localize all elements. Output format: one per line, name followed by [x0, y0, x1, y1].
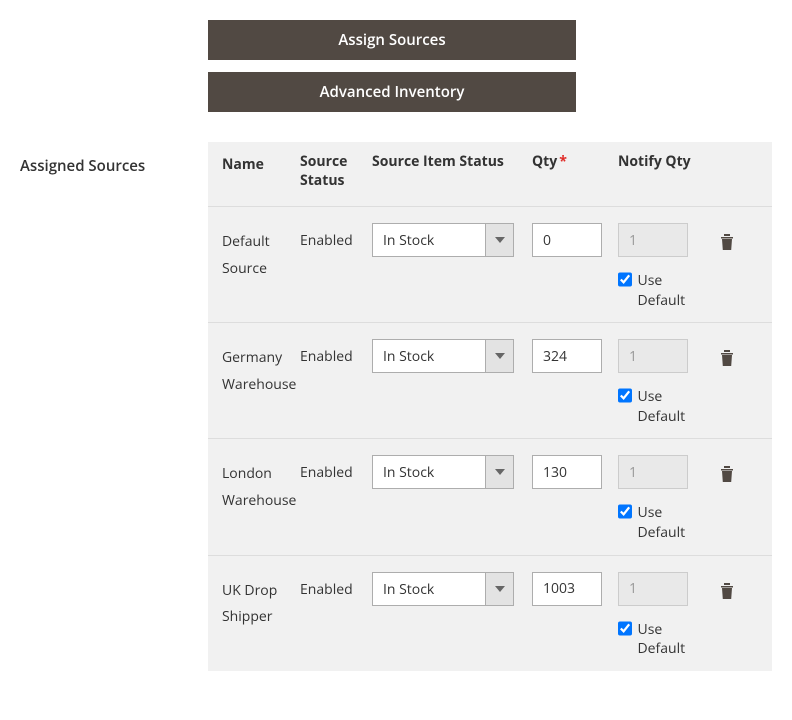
notify-qty-input: [618, 223, 688, 257]
chevron-down-icon[interactable]: [485, 456, 513, 488]
source-item-status-select[interactable]: In Stock: [372, 339, 514, 373]
required-star-icon: *: [559, 152, 567, 171]
use-default-label: Use Default: [638, 387, 706, 426]
qty-input[interactable]: [532, 223, 602, 257]
use-default-label: Use Default: [638, 503, 706, 542]
trash-icon: [719, 471, 735, 486]
notify-qty-input: [618, 339, 688, 373]
use-default-checkbox[interactable]: [618, 388, 632, 403]
header-name: Name: [208, 152, 300, 190]
trash-icon: [719, 355, 735, 370]
notify-qty-input: [618, 572, 688, 606]
table-row: Default Source Enabled In Stock Use Defa…: [208, 206, 772, 322]
source-status: Enabled: [300, 572, 372, 599]
assigned-sources-grid: Name Source Status Source Item Status Qt…: [208, 142, 772, 671]
delete-row-button[interactable]: [715, 461, 739, 490]
header-qty-text: Qty: [532, 152, 557, 171]
source-item-status-value: In Stock: [373, 340, 485, 372]
trash-icon: [719, 588, 735, 603]
use-default-checkbox[interactable]: [618, 504, 632, 519]
chevron-down-icon[interactable]: [485, 224, 513, 256]
delete-row-button[interactable]: [715, 229, 739, 258]
source-status: Enabled: [300, 455, 372, 482]
source-name: London Warehouse: [208, 455, 300, 514]
header-source-status: Source Status: [300, 152, 372, 190]
source-item-status-value: In Stock: [373, 224, 485, 256]
header-notify-qty: Notify Qty: [618, 152, 712, 190]
source-status: Enabled: [300, 223, 372, 250]
qty-input[interactable]: [532, 339, 602, 373]
header-qty: Qty*: [532, 152, 618, 190]
delete-row-button[interactable]: [715, 345, 739, 374]
source-name: Default Source: [208, 223, 300, 282]
use-default-checkbox[interactable]: [618, 621, 632, 636]
grid-header: Name Source Status Source Item Status Qt…: [208, 142, 772, 206]
section-label: Assigned Sources: [20, 142, 208, 176]
use-default-checkbox[interactable]: [618, 272, 632, 287]
delete-row-button[interactable]: [715, 578, 739, 607]
chevron-down-icon[interactable]: [485, 340, 513, 372]
table-row: UK Drop Shipper Enabled In Stock Use Def…: [208, 555, 772, 671]
source-status: Enabled: [300, 339, 372, 366]
advanced-inventory-button[interactable]: Advanced Inventory: [208, 72, 576, 112]
header-source-item-status: Source Item Status: [372, 152, 532, 190]
source-item-status-select[interactable]: In Stock: [372, 572, 514, 606]
source-name: Germany Warehouse: [208, 339, 300, 398]
table-row: London Warehouse Enabled In Stock Use De…: [208, 438, 772, 554]
source-item-status-value: In Stock: [373, 456, 485, 488]
chevron-down-icon[interactable]: [485, 573, 513, 605]
trash-icon: [719, 239, 735, 254]
assign-sources-button[interactable]: Assign Sources: [208, 20, 576, 60]
qty-input[interactable]: [532, 455, 602, 489]
table-row: Germany Warehouse Enabled In Stock Use D…: [208, 322, 772, 438]
source-item-status-select[interactable]: In Stock: [372, 455, 514, 489]
use-default-label: Use Default: [638, 620, 706, 659]
use-default-label: Use Default: [638, 271, 706, 310]
source-item-status-value: In Stock: [373, 573, 485, 605]
source-item-status-select[interactable]: In Stock: [372, 223, 514, 257]
source-name: UK Drop Shipper: [208, 572, 300, 631]
notify-qty-input: [618, 455, 688, 489]
qty-input[interactable]: [532, 572, 602, 606]
